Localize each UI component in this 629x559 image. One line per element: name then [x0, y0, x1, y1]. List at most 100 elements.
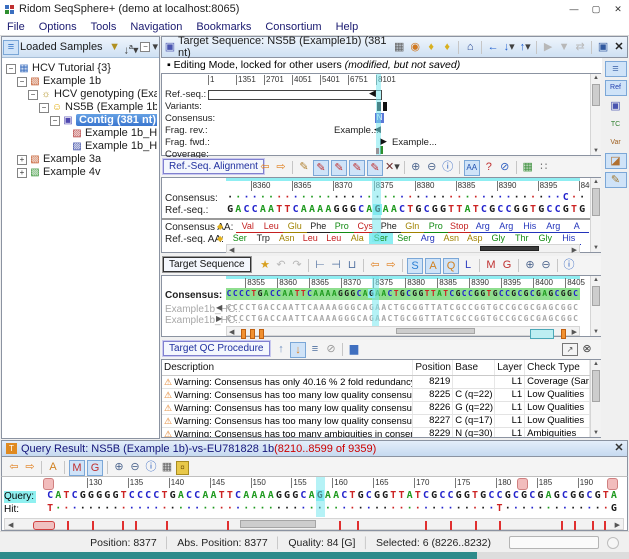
home-icon[interactable]: ⌂	[463, 40, 477, 55]
close-query-icon[interactable]: ✕	[612, 441, 626, 456]
overview-vscrollbar[interactable]: ▲▼	[590, 74, 601, 155]
qc-warning-row[interactable]: ⚠Warning: Consensus has too many low qua…	[162, 415, 590, 428]
info-icon[interactable]: ⓘ	[562, 258, 576, 273]
pen-icon[interactable]: ✎	[297, 160, 311, 175]
eye-icon[interactable]: ◉	[408, 40, 422, 55]
menu-item-file[interactable]: File	[0, 21, 32, 33]
read-seq-fwd[interactable]: CCCCTGACCAATTCAAAAGGGCAGAACTGCGGTTATCGCC…	[226, 314, 579, 323]
collapse-toggle[interactable]: −	[6, 64, 16, 74]
target-seq-view[interactable]: 8355836083658370837583808385839083958400…	[161, 275, 601, 337]
m-pen-icon[interactable]: M	[484, 258, 498, 273]
tree-item[interactable]: ▨Example 1b_HCV_	[4, 127, 157, 140]
qc-warning-row[interactable]: ⚠Warning: Consensus has too many low qua…	[162, 389, 590, 402]
frag-fwd-label[interactable]: Example...	[392, 137, 437, 148]
qc-warning-row[interactable]: ⚠Warning: Consensus has too many low qua…	[162, 402, 590, 415]
alignment-refseq-seq[interactable]: GACCAATTCAAAAGGGCAGAACTGCGGTTATCGCCGGTGC…	[226, 204, 586, 215]
consensus-variant-badge[interactable]: N	[375, 113, 384, 123]
up-issue-icon[interactable]: ↑	[274, 342, 288, 357]
lock-icon[interactable]: ¤	[176, 461, 189, 475]
alignment-vscrollbar[interactable]: ▲▼	[590, 178, 601, 252]
s-pen-icon[interactable]: S	[407, 258, 423, 274]
no-edit-icon[interactable]: ⊘	[498, 160, 512, 175]
alignment-consensus-seq[interactable]: ········································…	[226, 192, 586, 203]
alignment-view[interactable]: 836083658370837583808385839083958400 Con…	[161, 177, 601, 253]
tree-item[interactable]: +▧Example 3a	[4, 153, 157, 166]
tree-item[interactable]: −☺NS5B (Example 1b)	[4, 101, 157, 114]
wand-icon[interactable]: ★	[258, 258, 272, 273]
refresh-icon[interactable]: ⇄	[573, 40, 587, 55]
var-view-icon[interactable]: Var	[606, 135, 626, 150]
popout-icon[interactable]: ↗	[562, 343, 578, 356]
zoom-out-icon[interactable]: ⊖	[425, 160, 439, 175]
collapse-toggle[interactable]: −	[39, 103, 49, 113]
menu-lines-icon[interactable]: ≡	[308, 342, 322, 357]
hit-seq[interactable]: T·······································…	[46, 503, 618, 514]
a-pen-icon[interactable]: A	[425, 258, 441, 274]
next-hit-icon[interactable]: ⇨	[23, 460, 37, 475]
collapse-toggle[interactable]: −	[28, 90, 38, 100]
save-icon[interactable]: ▣	[596, 40, 610, 55]
target-hscrollbar[interactable]: ◀▶	[226, 326, 580, 336]
maximize-icon[interactable]: ▢	[585, 0, 607, 18]
collapse-all-icon[interactable]: −▾	[140, 40, 158, 55]
zoom-out-icon[interactable]: ⊖	[539, 258, 553, 273]
refseq-span-bar[interactable]	[208, 90, 382, 100]
info-icon[interactable]: ⓘ	[144, 460, 158, 475]
q-pen-icon[interactable]: Q	[443, 258, 459, 274]
collapse-toggle[interactable]: −	[17, 77, 27, 87]
tree-item[interactable]: +▧Example 4v	[4, 166, 157, 179]
qc-col-position[interactable]: Position	[413, 360, 453, 375]
down-nav-icon[interactable]: ↓▾	[502, 40, 516, 55]
ip-pen-icon[interactable]: ✎	[367, 160, 383, 176]
frame-arrow-icon[interactable]: ◆	[217, 234, 223, 243]
qc-warning-row[interactable]: ⚠Warning: Consensus has too many ambigui…	[162, 428, 590, 437]
ins-pen-icon[interactable]: ✎	[331, 160, 347, 176]
tab-target-sequence[interactable]: Target Sequence	[163, 257, 251, 272]
tc-view-icon[interactable]: TC	[606, 117, 626, 132]
frag-rev-label[interactable]: Example...	[334, 125, 379, 136]
chart-icon[interactable]: ▆	[347, 342, 361, 357]
menu-item-options[interactable]: Options	[32, 21, 84, 33]
trim-right-icon[interactable]: ⊣	[329, 258, 343, 273]
undo-icon[interactable]: ↶	[274, 258, 288, 273]
info-icon[interactable]: ⓘ	[441, 160, 455, 175]
redo-icon[interactable]: ↷	[290, 258, 304, 273]
query-alignment-view[interactable]: 130135140145150155160165170175180185190 …	[1, 476, 628, 531]
tree-item[interactable]: −☼HCV genotyping (Example 1b)	[4, 88, 157, 101]
trace-view-icon[interactable]: ▦	[160, 460, 174, 475]
layout-icon[interactable]: ≡	[605, 61, 627, 77]
g-pen-icon[interactable]: G	[87, 460, 103, 476]
tab-ref-seq-alignment[interactable]: Ref.-Seq. Alignment	[163, 159, 264, 174]
variant-mark[interactable]	[377, 102, 381, 111]
ts-view-icon[interactable]: ▣	[606, 99, 626, 114]
g-pen-icon[interactable]: G	[500, 258, 514, 273]
grid-icon[interactable]: ▦	[521, 160, 535, 175]
sort-az-icon[interactable]: ↓a▾	[124, 40, 139, 55]
prev-hit-icon[interactable]: ⇦	[7, 460, 21, 475]
back-icon[interactable]: ←	[486, 40, 500, 55]
prev-diff-icon[interactable]: ⇦	[258, 160, 272, 175]
tree-item[interactable]: −▣Contig (381 nt)	[4, 114, 157, 127]
disable-icon[interactable]: ⊘	[324, 342, 338, 357]
edit-pen-icon[interactable]: ✎	[605, 172, 627, 188]
tree-item[interactable]: −▧Example 1b	[4, 75, 157, 88]
qc-col-base[interactable]: Base	[453, 360, 495, 375]
qc-col-layer[interactable]: Layer	[495, 360, 525, 375]
zoom-out-icon[interactable]: ⊖	[128, 460, 142, 475]
dp-pen-icon[interactable]: ✎	[349, 160, 365, 176]
sample-tree[interactable]: −▦HCV Tutorial {3}−▧Example 1b−☼HCV geno…	[4, 62, 157, 437]
menu-item-bookmarks[interactable]: Bookmarks	[189, 21, 258, 33]
trim-both-icon[interactable]: ⊔	[345, 258, 359, 273]
collapse-toggle[interactable]: −	[50, 116, 60, 126]
target-consensus-seq[interactable]: CCCCTGACCAATTCAAAAGGGCAGAACTGCGGTTATCGCC…	[226, 289, 579, 298]
qc-col-description[interactable]: Description	[162, 360, 413, 375]
aa-icon[interactable]: AA	[464, 160, 480, 176]
menu-item-navigation[interactable]: Navigation	[123, 21, 189, 33]
zoom-in-icon[interactable]: ⊕	[409, 160, 423, 175]
tree-item[interactable]: ▨Example 1b_HCV_	[4, 140, 157, 153]
expand-toggle[interactable]: +	[17, 168, 27, 178]
close-qc-icon[interactable]: ⊗	[580, 342, 594, 357]
trace-view-icon[interactable]: ▦	[392, 40, 406, 55]
menu-item-tools[interactable]: Tools	[84, 21, 124, 33]
export-db-icon[interactable]: ▼	[108, 40, 122, 55]
